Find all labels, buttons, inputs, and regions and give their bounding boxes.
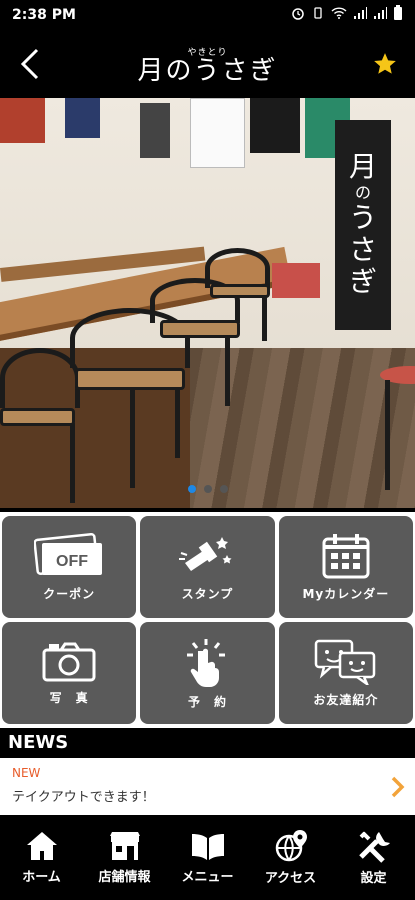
hero-chair-leg xyxy=(175,388,180,458)
book-icon xyxy=(191,834,224,860)
hero-poster xyxy=(65,98,100,138)
alarm-icon xyxy=(291,6,305,24)
app-header: やきとり 月のうさぎ xyxy=(0,30,415,98)
star-icon xyxy=(374,53,396,74)
friend-label: お友達紹介 xyxy=(313,692,379,707)
sign-char: 月 xyxy=(348,150,377,184)
hero-chair-seat xyxy=(0,408,75,426)
hero-calendar-poster xyxy=(190,98,245,168)
stamp-icon xyxy=(179,536,232,571)
calendar-icon xyxy=(322,533,370,578)
photo-tile[interactable]: 写 真 xyxy=(2,622,137,724)
calendar-label: Myカレンダー xyxy=(302,586,390,601)
sign-char: の xyxy=(354,182,371,202)
stamp-label: スタンプ xyxy=(181,586,234,601)
tools-icon xyxy=(358,831,390,863)
coupon-label: クーポン xyxy=(43,586,96,601)
wifi-icon xyxy=(331,6,347,24)
hero-chair xyxy=(205,248,270,288)
nav-home-label: ホーム xyxy=(22,870,61,885)
back-button[interactable] xyxy=(0,30,60,98)
hero-chair-leg xyxy=(225,336,230,406)
store-logo: やきとり 月のうさぎ xyxy=(60,45,355,84)
nav-menu-label: メニュー xyxy=(181,870,234,885)
chat-icon xyxy=(314,639,376,685)
coupon-tile[interactable]: OFF クーポン xyxy=(2,516,137,618)
news-header: NEWS xyxy=(0,728,415,758)
signal-icon-2 xyxy=(373,6,387,24)
nav-settings-label: 設定 xyxy=(360,871,387,886)
hero-stool-leg xyxy=(385,380,390,490)
status-bar: 2:38 PM xyxy=(0,0,415,30)
hero-carousel[interactable]: 月 の う さ ぎ xyxy=(0,98,415,508)
nav-access[interactable]: アクセス xyxy=(251,829,331,886)
nav-store[interactable]: 店舗情報 xyxy=(85,830,165,885)
news-item[interactable]: NEW テイクアウトできます！ xyxy=(0,758,415,815)
home-icon xyxy=(26,832,57,860)
hero-chair-seat xyxy=(75,368,185,390)
chevron-left-icon xyxy=(20,48,39,80)
favorite-button[interactable] xyxy=(355,30,415,98)
reserve-label: 予 約 xyxy=(187,694,227,709)
nav-home[interactable]: ホーム xyxy=(2,830,82,885)
hero-chair-seat xyxy=(210,284,270,298)
carousel-dot[interactable] xyxy=(203,485,212,493)
nav-store-label: 店舗情報 xyxy=(98,870,151,885)
nav-menu[interactable]: メニュー xyxy=(168,830,248,885)
store-sign: 月 の う さ ぎ xyxy=(335,120,391,330)
status-icons xyxy=(291,5,403,25)
hero-chair-leg xyxy=(262,296,267,341)
vibrate-icon xyxy=(311,6,325,24)
sign-char: さ xyxy=(348,233,377,267)
nav-settings[interactable]: 設定 xyxy=(334,829,414,886)
battery-icon xyxy=(393,5,403,25)
hero-poster xyxy=(0,98,45,143)
signal-icon xyxy=(353,6,367,24)
carousel-dot-active[interactable] xyxy=(187,485,196,493)
logo-title: 月のうさぎ xyxy=(137,55,278,86)
friend-tile[interactable]: お友達紹介 xyxy=(278,622,413,724)
bottom-nav: ホーム 店舗情報 メニュー アクセス 設定 xyxy=(0,815,415,900)
hero-chair-leg xyxy=(130,388,135,488)
sign-char: ぎ xyxy=(348,265,377,299)
globe-pin-icon xyxy=(275,830,307,862)
photo-label: 写 真 xyxy=(49,690,89,705)
coupon-icon: OFF xyxy=(34,532,103,575)
feature-menu-grid: OFF クーポン スタンプ Myカレンダー 写 真 予 約 お友達紹介 xyxy=(0,512,415,728)
news-title: NEWS xyxy=(8,732,69,753)
reserve-tile[interactable]: 予 約 xyxy=(140,622,275,724)
carousel-dot[interactable] xyxy=(219,485,228,493)
camera-icon xyxy=(42,642,96,681)
hero-chair xyxy=(0,348,80,408)
news-item-text: テイクアウトできます！ xyxy=(12,790,155,805)
tap-icon xyxy=(187,638,226,687)
hero-poster xyxy=(250,98,300,153)
sign-char: う xyxy=(348,201,377,234)
hero-machine xyxy=(140,103,170,158)
status-time: 2:38 PM xyxy=(12,7,76,23)
nav-access-label: アクセス xyxy=(264,871,317,886)
carousel-dots xyxy=(0,485,415,493)
store-icon xyxy=(109,832,140,860)
calendar-tile[interactable]: Myカレンダー xyxy=(278,516,413,618)
hero-basket xyxy=(272,263,320,298)
chevron-right-icon xyxy=(391,776,405,804)
coupon-off-text: OFF xyxy=(56,553,88,570)
stamp-tile[interactable]: スタンプ xyxy=(140,516,275,618)
news-new-badge: NEW xyxy=(12,766,41,780)
